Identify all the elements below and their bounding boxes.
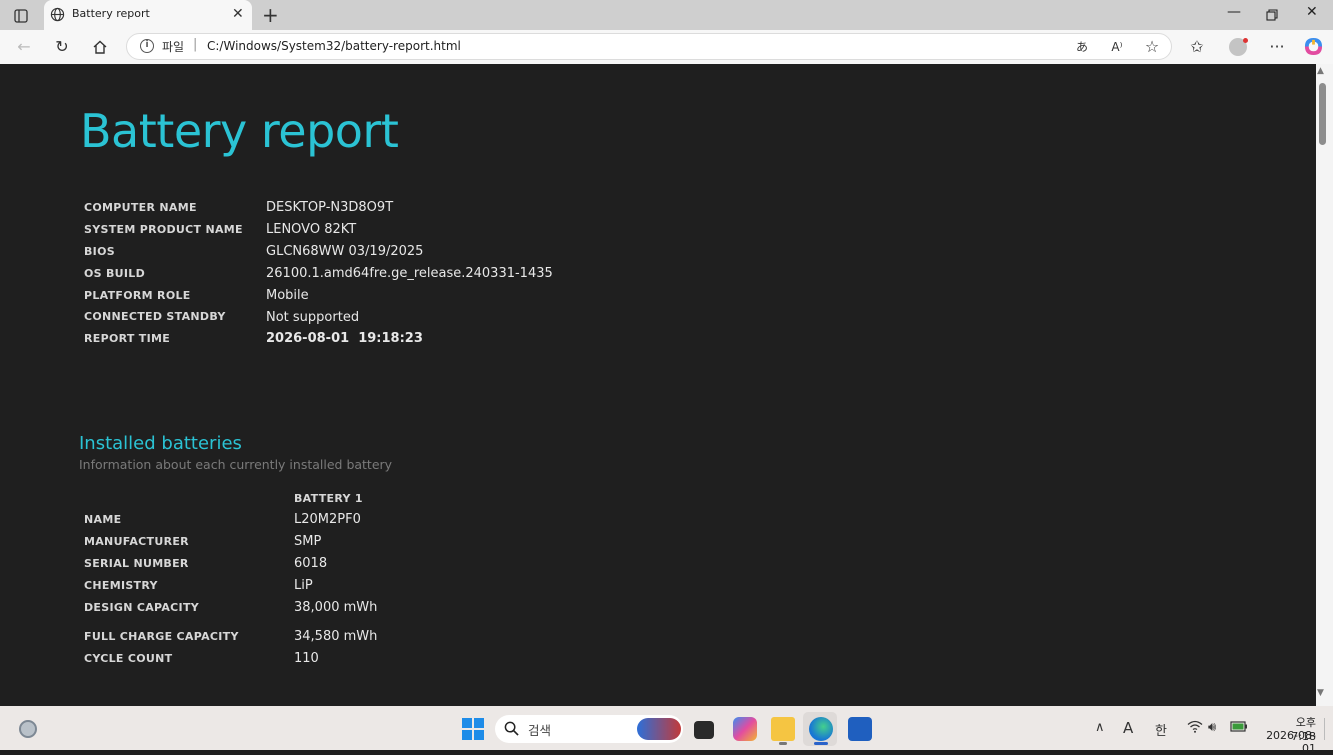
running-indicator bbox=[779, 742, 787, 745]
info-value-product-name: LENOVO 82KT bbox=[266, 222, 357, 237]
search-highlight-image[interactable] bbox=[637, 718, 681, 740]
active-indicator bbox=[814, 742, 828, 745]
battery-label-chemistry: CHEMISTRY bbox=[84, 579, 158, 592]
address-separator: | bbox=[193, 37, 198, 52]
info-label-product-name: SYSTEM PRODUCT NAME bbox=[84, 223, 243, 236]
show-hidden-icons-icon[interactable]: ∧ bbox=[1095, 720, 1105, 735]
new-tab-button[interactable]: + bbox=[262, 3, 279, 27]
ime-mode-indicator[interactable]: A bbox=[1123, 719, 1133, 737]
info-label-os-build: OS BUILD bbox=[84, 267, 146, 280]
show-desktop-button[interactable] bbox=[1324, 718, 1329, 740]
read-aloud-icon[interactable]: A⁾ bbox=[1106, 36, 1128, 58]
scrollbar-thumb[interactable] bbox=[1319, 83, 1326, 145]
favorite-star-icon[interactable]: ☆ bbox=[1141, 36, 1163, 58]
favorites-icon[interactable]: ✩ bbox=[1186, 36, 1208, 58]
close-window-icon[interactable]: ✕ bbox=[1306, 4, 1318, 20]
wifi-icon[interactable] bbox=[1187, 720, 1203, 737]
globe-icon bbox=[50, 7, 66, 23]
home-icon[interactable] bbox=[89, 36, 111, 58]
battery-label-full-charge-capacity: FULL CHARGE CAPACITY bbox=[84, 630, 239, 643]
copilot-app-icon[interactable] bbox=[733, 717, 757, 741]
notification-dot bbox=[1243, 38, 1248, 43]
address-scheme: 파일 bbox=[162, 40, 185, 54]
refresh-icon[interactable]: ↻ bbox=[51, 36, 73, 58]
battery-label-design-capacity: DESIGN CAPACITY bbox=[84, 601, 200, 614]
battery-value-name: L20M2PF0 bbox=[294, 512, 361, 527]
ime-language-indicator[interactable]: 한 bbox=[1155, 720, 1167, 739]
info-label-computer-name: COMPUTER NAME bbox=[84, 201, 197, 214]
battery-value-design-capacity: 38,000 mWh bbox=[294, 600, 378, 615]
battery-icon[interactable] bbox=[1230, 720, 1248, 736]
info-label-report-time: REPORT TIME bbox=[84, 332, 171, 345]
scroll-up-arrow-icon[interactable]: ▲ bbox=[1317, 66, 1324, 76]
translate-icon[interactable]: あ bbox=[1071, 36, 1093, 58]
site-info-icon[interactable]: i bbox=[140, 39, 154, 53]
info-label-connected-standby: CONNECTED STANDBY bbox=[84, 310, 226, 323]
restore-icon[interactable] bbox=[1266, 4, 1278, 25]
info-label-bios: BIOS bbox=[84, 245, 115, 258]
copilot-icon[interactable] bbox=[1304, 37, 1323, 56]
battery-label-cycle-count: CYCLE COUNT bbox=[84, 652, 173, 665]
battery-label-name: NAME bbox=[84, 513, 122, 526]
section-title-installed-batteries: Installed batteries bbox=[79, 433, 242, 454]
edge-browser-icon[interactable] bbox=[809, 717, 833, 741]
clock-date[interactable]: 2026-08-01 bbox=[1255, 729, 1316, 755]
scroll-down-arrow-icon[interactable]: ▼ bbox=[1317, 688, 1324, 698]
report-page: Battery report COMPUTER NAME DESKTOP-N3D… bbox=[3, 64, 1316, 706]
battery-value-manufacturer: SMP bbox=[294, 534, 322, 549]
close-tab-icon[interactable]: ✕ bbox=[232, 6, 244, 22]
info-value-connected-standby: Not supported bbox=[266, 310, 360, 325]
vertical-scrollbar[interactable] bbox=[1316, 64, 1333, 706]
battery-label-manufacturer: MANUFACTURER bbox=[84, 535, 189, 548]
minimize-icon[interactable]: — bbox=[1227, 4, 1241, 20]
battery-label-serial-number: SERIAL NUMBER bbox=[84, 557, 189, 570]
start-icon[interactable] bbox=[462, 718, 484, 740]
volume-icon[interactable]: 🔊︎ bbox=[1208, 720, 1216, 735]
widgets-icon[interactable] bbox=[19, 720, 37, 738]
battery-value-chemistry: LiP bbox=[294, 578, 313, 593]
terminal-app-icon[interactable] bbox=[694, 721, 714, 739]
section-subtitle: Information about each currently install… bbox=[79, 457, 393, 472]
address-url[interactable]: C:/Windows/System32/battery-report.html bbox=[207, 39, 461, 53]
more-menu-icon[interactable]: ··· bbox=[1266, 36, 1288, 58]
battery-value-full-charge-capacity: 34,580 mWh bbox=[294, 629, 378, 644]
info-value-bios: GLCN68WW 03/19/2025 bbox=[266, 244, 424, 259]
tab-title: Battery report bbox=[72, 7, 150, 20]
info-value-platform-role: Mobile bbox=[266, 288, 309, 303]
battery-value-serial-number: 6018 bbox=[294, 556, 328, 571]
search-icon bbox=[504, 721, 519, 740]
info-value-computer-name: DESKTOP-N3D8O9T bbox=[266, 200, 394, 215]
search-placeholder: 검색 bbox=[528, 723, 552, 738]
store-app-icon[interactable] bbox=[848, 717, 872, 741]
info-value-report-time: 2026-08-01 19:18:23 bbox=[266, 331, 423, 346]
info-value-os-build: 26100.1.amd64fre.ge_release.240331-1435 bbox=[266, 266, 553, 281]
back-icon[interactable]: ← bbox=[13, 36, 35, 58]
battery-column-header: BATTERY 1 bbox=[294, 492, 363, 505]
info-label-platform-role: PLATFORM ROLE bbox=[84, 289, 191, 302]
battery-value-cycle-count: 110 bbox=[294, 651, 319, 666]
tab-actions-icon[interactable] bbox=[8, 6, 32, 24]
file-explorer-icon[interactable] bbox=[771, 717, 795, 741]
page-title: Battery report bbox=[80, 104, 399, 158]
